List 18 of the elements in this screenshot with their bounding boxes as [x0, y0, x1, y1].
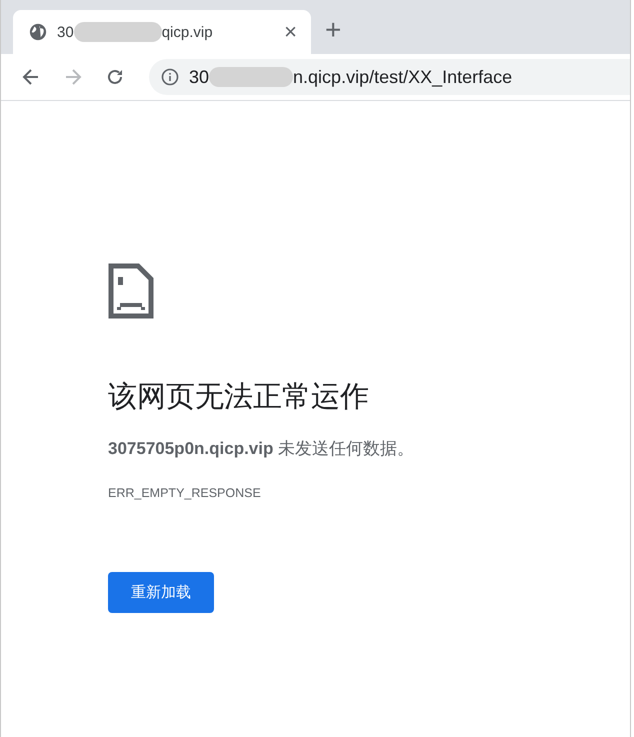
- tab-title: 30: [57, 24, 74, 40]
- address-bar[interactable]: 30 n.qicp.vip/test/XX_Interface: [149, 59, 630, 95]
- url-text: 30: [189, 66, 210, 88]
- browser-tab[interactable]: 30 qicp.vip ×: [13, 10, 311, 54]
- back-icon: [21, 67, 41, 87]
- error-code: ERR_EMPTY_RESPONSE: [108, 486, 261, 500]
- globe-icon: [29, 23, 47, 41]
- new-tab-button[interactable]: +: [325, 16, 342, 44]
- reload-icon: [105, 67, 125, 87]
- forward-icon: [63, 67, 83, 87]
- sad-page-icon: [108, 263, 154, 319]
- error-title: 该网页无法正常运作: [108, 380, 369, 415]
- close-icon[interactable]: ×: [284, 21, 297, 43]
- reload-button[interactable]: 重新加载: [108, 572, 214, 613]
- url-text: n.qicp.vip/test/XX_Interface: [293, 66, 512, 88]
- info-icon[interactable]: [161, 68, 179, 86]
- error-message: 3075705p0n.qicp.vip 未发送任何数据。: [108, 438, 414, 460]
- tab-title: qicp.vip: [162, 24, 213, 40]
